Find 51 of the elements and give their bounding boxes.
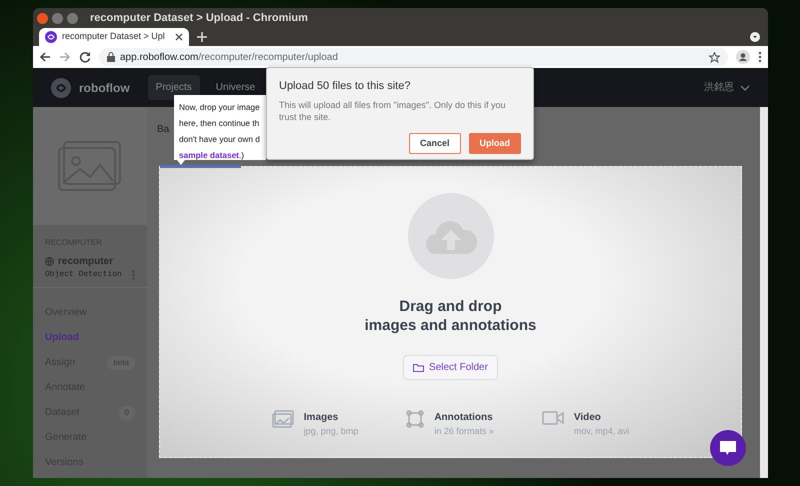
dropzone-heading: Drag and drop <box>398 297 503 316</box>
format-title: Images <box>304 411 340 425</box>
nav-link[interactable]: Projects <box>148 75 200 100</box>
tab-title: recomputer Dataset > Upl <box>62 30 165 44</box>
account-icon[interactable] <box>736 50 750 64</box>
chat-icon <box>719 440 737 456</box>
browser-tab[interactable]: recomputer Dataset > Upl <box>39 28 189 46</box>
bounding-box-icon <box>406 410 424 428</box>
video-camera-icon <box>542 410 564 426</box>
format-detail: jpg, png, bmp <box>304 425 358 438</box>
project-type: Object Detection <box>45 269 122 281</box>
folder-icon <box>413 363 424 372</box>
tooltip-line: here, then continue th <box>179 117 260 130</box>
dropzone[interactable]: Drag and drop images and annotations Select Folder Images jpg, png, bmp Annotations in 26 formats » Video mov, mp4, avi <box>159 166 742 458</box>
minimize-icon[interactable] <box>52 12 63 24</box>
tooltip-line: .) <box>238 150 244 160</box>
chevron-down-icon[interactable] <box>740 84 750 90</box>
logo-icon <box>51 78 71 98</box>
tooltip-line: don't have your own d <box>179 133 261 146</box>
dialog-message: This will upload all files from "images". Only do this if you trust the site. <box>279 98 506 122</box>
sample-dataset-link[interactable]: sample dataset <box>179 150 239 160</box>
url-text: app.roboflow.com/recomputer/recomputer/upload <box>120 50 338 64</box>
close-icon[interactable] <box>37 12 48 24</box>
format-detail: mov, mp4, avi <box>574 425 630 438</box>
maximize-icon[interactable] <box>67 12 78 24</box>
new-tab-icon[interactable] <box>197 32 207 42</box>
dropdown-icon[interactable] <box>750 32 760 42</box>
brand-name: roboflow <box>79 80 130 96</box>
dialog-title: Upload 50 files to this site? <box>279 79 412 94</box>
tooltip-line: Now, drop your image <box>179 101 261 114</box>
favicon-icon <box>45 31 57 43</box>
window-title: recomputer Dataset > Upload - Chromium <box>90 10 308 26</box>
lock-icon <box>107 52 115 62</box>
page-heading: Ba <box>157 123 170 136</box>
globe-icon <box>45 257 54 266</box>
cancel-button[interactable]: Cancel <box>408 132 460 154</box>
format-title: Annotations <box>434 411 494 425</box>
select-folder-button[interactable]: Select Folder <box>403 355 498 380</box>
reload-icon[interactable] <box>79 51 91 63</box>
dropzone-heading: images and annotations <box>364 316 536 335</box>
formats-link[interactable]: in 26 formats » <box>434 425 494 438</box>
scrollbar[interactable] <box>760 107 768 478</box>
close-icon[interactable] <box>175 33 183 41</box>
upload-button[interactable]: Upload <box>468 132 521 154</box>
back-icon[interactable] <box>39 51 51 63</box>
more-icon[interactable] <box>758 51 762 63</box>
format-title: Video <box>574 411 602 425</box>
address-bar[interactable]: app.roboflow.com/recomputer/recomputer/upload <box>99 48 728 66</box>
star-icon[interactable] <box>709 52 720 62</box>
user-name[interactable]: 洪銘恩 <box>704 80 734 95</box>
images-icon <box>272 410 294 428</box>
